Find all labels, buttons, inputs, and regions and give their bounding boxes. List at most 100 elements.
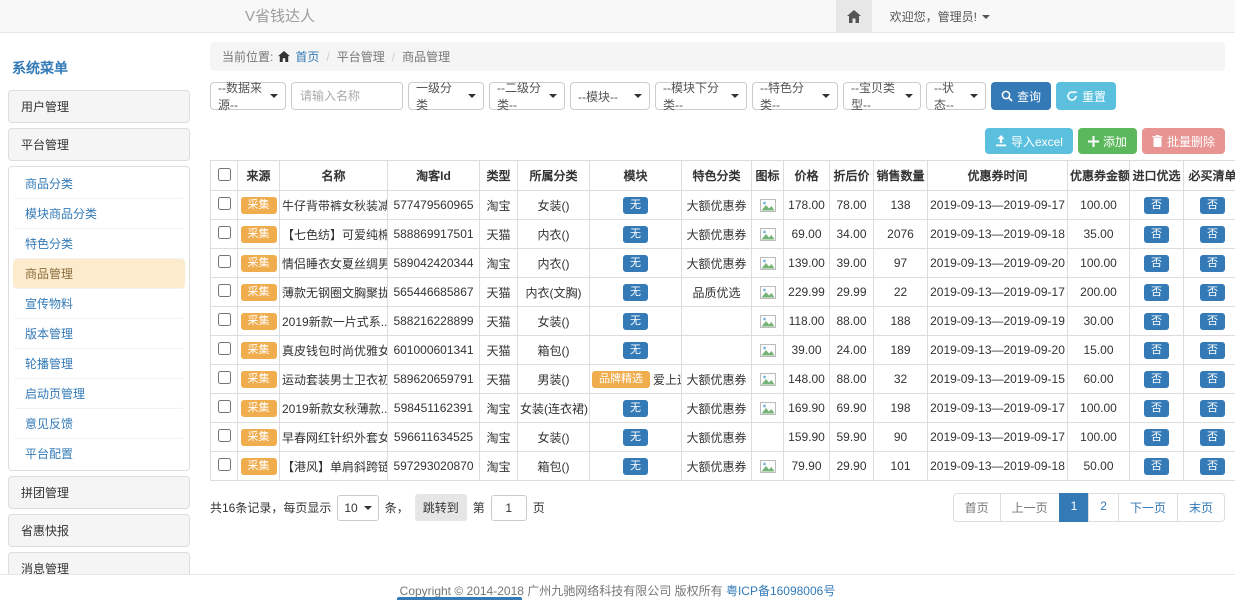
row-checkbox[interactable] (218, 313, 231, 326)
source-badge: 采集 (241, 371, 277, 388)
filter-select-value: --二级分类-- (497, 79, 544, 113)
sidebar-item-平台配置[interactable]: 平台配置 (13, 439, 185, 468)
price-cell: 229.99 (784, 278, 830, 307)
filter-select-2[interactable]: 一级分类 (408, 82, 484, 110)
add-button[interactable]: 添加 (1078, 128, 1137, 154)
pager-next[interactable]: 下一页 (1118, 493, 1178, 522)
column-header-优惠券时间: 优惠券时间 (928, 161, 1068, 191)
must-buy-toggle-badge[interactable]: 否 (1200, 371, 1225, 388)
row-select-cell (211, 423, 238, 452)
sidebar-item-启动页管理[interactable]: 启动页管理 (13, 379, 185, 409)
sidebar-panel-用户管理[interactable]: 用户管理 (8, 90, 190, 123)
import-toggle-badge[interactable]: 否 (1144, 371, 1169, 388)
user-menu[interactable]: 欢迎您，管理员! (890, 8, 990, 25)
sidebar-item-版本管理[interactable]: 版本管理 (13, 319, 185, 349)
must-buy-toggle-badge[interactable]: 否 (1200, 400, 1225, 417)
sidebar-item-轮播管理[interactable]: 轮播管理 (13, 349, 185, 379)
batch-delete-button[interactable]: 批量删除 (1142, 128, 1225, 154)
import-toggle-badge[interactable]: 否 (1144, 342, 1169, 359)
pager-last[interactable]: 末页 (1177, 493, 1225, 522)
row-checkbox[interactable] (218, 429, 231, 442)
import-toggle-badge[interactable]: 否 (1144, 255, 1169, 272)
breadcrumb-home-link[interactable]: 首页 (295, 48, 319, 65)
must-buy-cell: 否 (1184, 278, 1235, 307)
pager-page-2[interactable]: 2 (1088, 493, 1119, 522)
special-category-cell: 品质优选 (682, 278, 752, 307)
import-toggle-badge[interactable]: 否 (1144, 400, 1169, 417)
must-buy-toggle-badge[interactable]: 否 (1200, 458, 1225, 475)
chevron-down-icon (468, 94, 476, 98)
must-buy-toggle-badge[interactable]: 否 (1200, 342, 1225, 359)
per-page-select[interactable]: 10 (337, 495, 378, 521)
search-button[interactable]: 查询 (991, 82, 1051, 110)
reset-button[interactable]: 重置 (1056, 82, 1116, 110)
must-buy-toggle-badge[interactable]: 否 (1200, 313, 1225, 330)
chevron-down-icon (364, 506, 372, 510)
page-number-input[interactable] (491, 495, 527, 521)
filter-select-3[interactable]: --二级分类-- (489, 82, 565, 110)
coupon-time-cell: 2019-09-13—2019-09-17 (928, 278, 1068, 307)
page-suffix-text: 页 (533, 499, 545, 516)
pager-first[interactable]: 首页 (953, 493, 1001, 522)
filter-select-7[interactable]: --宝贝类型-- (843, 82, 921, 110)
import-toggle-badge[interactable]: 否 (1144, 284, 1169, 301)
reset-button-label: 重置 (1082, 88, 1106, 105)
table-row: 采集早春网红针织外套女春...596611634525淘宝女装()无大额优惠券1… (211, 423, 1235, 452)
row-checkbox[interactable] (218, 400, 231, 413)
row-checkbox[interactable] (218, 197, 231, 210)
icon-cell (752, 423, 784, 452)
module-cell-td: 无 (590, 423, 682, 452)
module-cell-td: 无 (590, 220, 682, 249)
import-excel-button[interactable]: 导入excel (985, 128, 1073, 154)
sidebar-panel-省惠快报[interactable]: 省惠快报 (8, 514, 190, 547)
must-buy-toggle-badge[interactable]: 否 (1200, 197, 1225, 214)
name-search-input[interactable] (291, 82, 403, 110)
must-buy-toggle-badge[interactable]: 否 (1200, 255, 1225, 272)
select-all-checkbox[interactable] (218, 168, 231, 181)
must-buy-toggle-badge[interactable]: 否 (1200, 226, 1225, 243)
image-icon (760, 286, 776, 299)
import-toggle-badge[interactable]: 否 (1144, 313, 1169, 330)
import-select-cell: 否 (1130, 307, 1184, 336)
row-checkbox[interactable] (218, 284, 231, 297)
sidebar-item-意见反馈[interactable]: 意见反馈 (13, 409, 185, 439)
pager-prev[interactable]: 上一页 (1000, 493, 1060, 522)
icon-cell (752, 278, 784, 307)
row-checkbox[interactable] (218, 342, 231, 355)
pager-page-1[interactable]: 1 (1059, 493, 1090, 522)
sidebar-item-宣传物料[interactable]: 宣传物料 (13, 289, 185, 319)
filter-select-5[interactable]: --模块下分类-- (655, 82, 747, 110)
category-cell: 女装() (518, 191, 590, 220)
must-buy-toggle-badge[interactable]: 否 (1200, 429, 1225, 446)
icp-link[interactable]: 粤ICP备16098006号 (726, 584, 835, 598)
column-header-类型: 类型 (480, 161, 518, 191)
filter-select-8[interactable]: --状态-- (926, 82, 986, 110)
sidebar-panel-平台管理[interactable]: 平台管理 (8, 128, 190, 161)
type-cell: 天猫 (480, 365, 518, 394)
jump-button[interactable]: 跳转到 (415, 494, 467, 521)
type-cell: 淘宝 (480, 423, 518, 452)
must-buy-toggle-badge[interactable]: 否 (1200, 284, 1225, 301)
module-badge: 无 (623, 400, 648, 417)
batch-delete-label: 批量删除 (1167, 133, 1215, 150)
filter-select-6[interactable]: --特色分类-- (752, 82, 838, 110)
sidebar-item-模块商品分类[interactable]: 模块商品分类 (13, 199, 185, 229)
sidebar-panel-消息管理[interactable]: 消息管理 (8, 552, 190, 575)
import-toggle-badge[interactable]: 否 (1144, 429, 1169, 446)
row-checkbox[interactable] (218, 371, 231, 384)
filter-select-4[interactable]: --模块-- (570, 82, 650, 110)
row-checkbox[interactable] (218, 226, 231, 239)
must-buy-cell: 否 (1184, 249, 1235, 278)
row-checkbox[interactable] (218, 255, 231, 268)
filter-select-1[interactable]: --数据来源-- (210, 82, 286, 110)
import-toggle-badge[interactable]: 否 (1144, 458, 1169, 475)
home-button[interactable] (836, 0, 872, 33)
sidebar-item-商品分类[interactable]: 商品分类 (13, 169, 185, 199)
import-toggle-badge[interactable]: 否 (1144, 226, 1169, 243)
sidebar-panel-拼团管理[interactable]: 拼团管理 (8, 476, 190, 509)
sidebar-item-特色分类[interactable]: 特色分类 (13, 229, 185, 259)
import-toggle-badge[interactable]: 否 (1144, 197, 1169, 214)
special-category-cell: 大额优惠券 (682, 249, 752, 278)
sidebar-item-商品管理[interactable]: 商品管理 (13, 259, 185, 289)
row-checkbox[interactable] (218, 458, 231, 471)
